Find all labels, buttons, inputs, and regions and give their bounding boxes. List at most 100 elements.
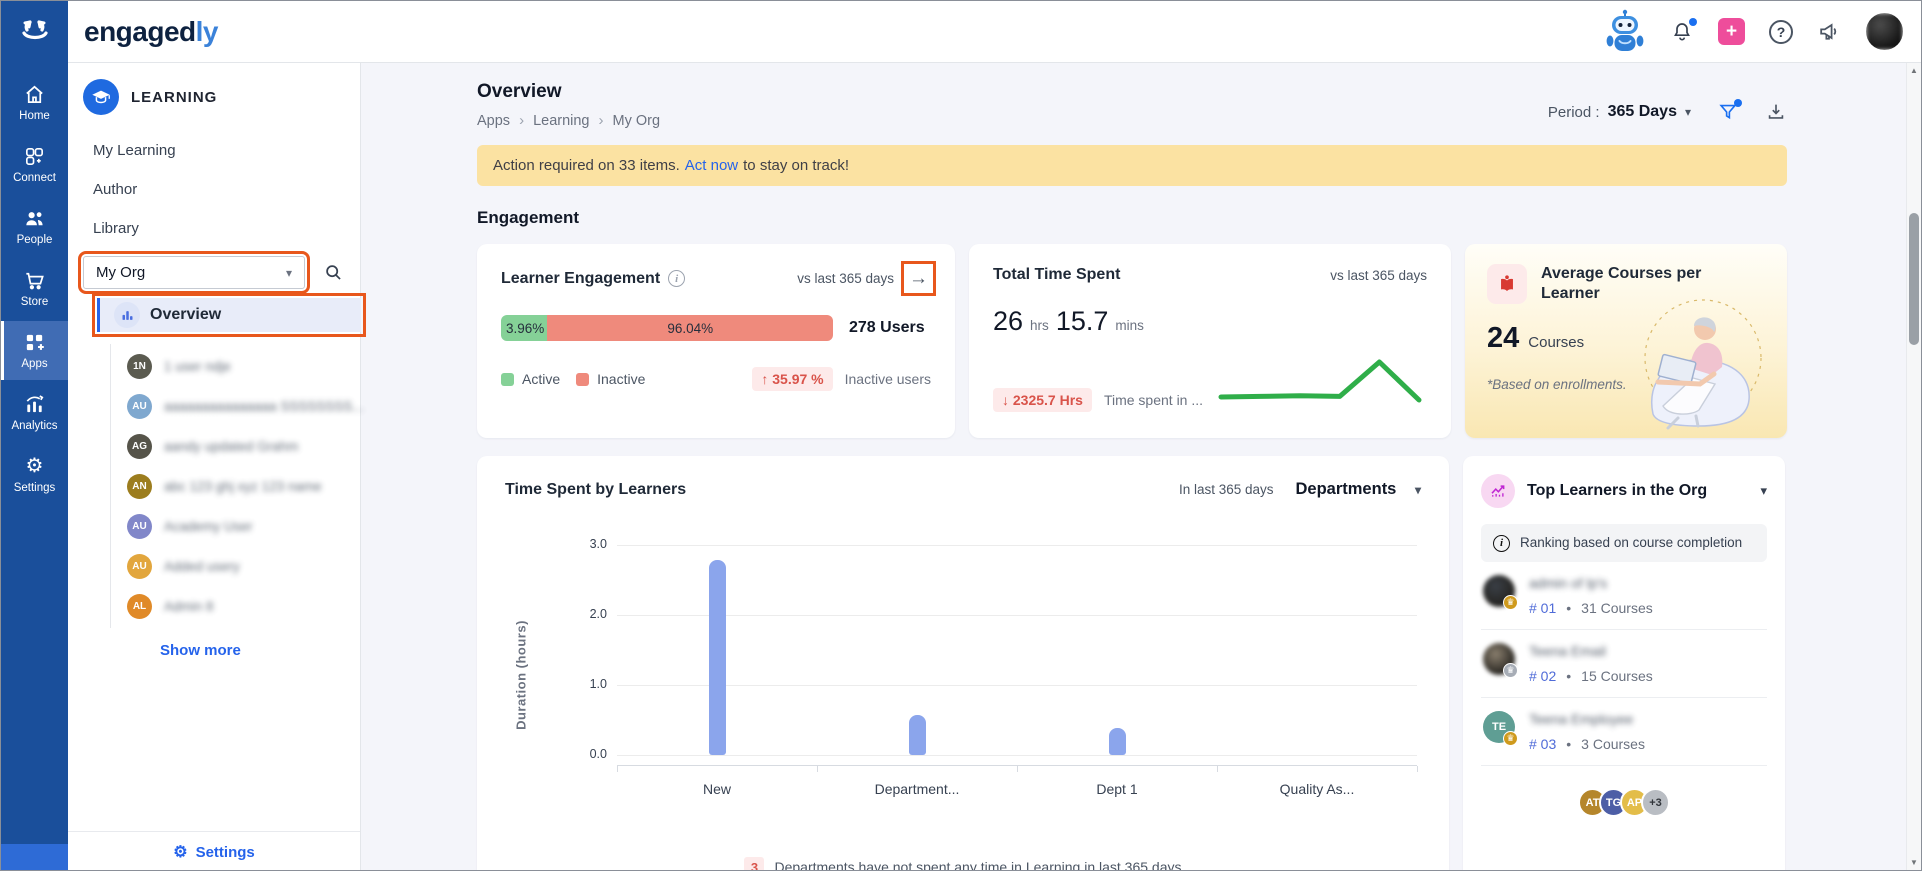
scroll-up-icon[interactable]: ▲: [1907, 66, 1921, 75]
action-required-banner: Action required on 33 items. Act now to …: [477, 145, 1787, 186]
rail-item-connect[interactable]: Connect: [1, 135, 68, 194]
rail-item-home[interactable]: Home: [1, 73, 68, 132]
period-value: 365 Days: [1607, 103, 1677, 120]
learner-rank[interactable]: # 01: [1529, 600, 1556, 616]
sidebar-user[interactable]: 1N 1 user ndje: [127, 346, 360, 386]
learner-rank[interactable]: # 02: [1529, 668, 1556, 684]
chart-footer: 3 Departments have not spent any time in…: [505, 857, 1421, 870]
axis-tick: [817, 766, 818, 772]
legend-swatch-inactive: [576, 372, 590, 386]
engagedly-logo[interactable]: engagedly: [84, 16, 219, 48]
sidebar-user[interactable]: AU Added usery: [127, 546, 360, 586]
help-icon[interactable]: ?: [1769, 19, 1793, 44]
hours-value: 26: [993, 306, 1024, 336]
avatar: AN: [127, 473, 152, 499]
top-learner-row[interactable]: ♛ Teena Email # 02 • 15 Courses: [1481, 630, 1767, 699]
avg-courses-value: 24: [1487, 322, 1520, 354]
chart-bar[interactable]: [708, 560, 726, 755]
download-icon[interactable]: [1765, 101, 1787, 123]
banner-text-suffix: to stay on track!: [743, 157, 850, 174]
x-tick-label: Dept 1: [1096, 781, 1138, 797]
breadcrumb-learning[interactable]: Learning: [533, 113, 589, 129]
avatar: 1N: [127, 353, 152, 379]
breadcrumb-my-org[interactable]: My Org: [613, 113, 661, 129]
rail-item-settings[interactable]: ⚙ Settings: [1, 445, 68, 504]
home-icon: [23, 82, 47, 106]
quick-add-button[interactable]: +: [1718, 18, 1745, 45]
cart-icon: [23, 268, 47, 292]
chevron-down-icon[interactable]: ▾: [1760, 483, 1767, 499]
sidebar-user[interactable]: AG aandy updated Grahm: [127, 426, 360, 466]
learning-module-icon: [83, 79, 119, 115]
sidebar-user[interactable]: AN abc 123 ghj xyz 123 name: [127, 466, 360, 506]
announcements-megaphone-icon[interactable]: [1817, 19, 1842, 44]
sidebar-user[interactable]: AU Academy User: [127, 506, 360, 546]
rail-item-store[interactable]: Store: [1, 259, 68, 318]
ranking-info-text: Ranking based on course completion: [1520, 535, 1743, 550]
x-axis: [617, 765, 1418, 773]
act-now-link[interactable]: Act now: [685, 157, 738, 174]
top-learner-row[interactable]: TE ♛ Teena Employee # 03 • 3 Courses: [1481, 698, 1767, 767]
rail-item-label: Analytics: [11, 420, 58, 432]
gear-icon: ⚙: [25, 455, 44, 477]
y-tick-label: 2.0: [589, 607, 607, 621]
breadcrumb-apps[interactable]: Apps: [477, 113, 510, 129]
rail-bottom-strip: [1, 844, 68, 870]
axis-tick: [1417, 766, 1418, 772]
card-detail-arrow-button[interactable]: →: [901, 261, 936, 296]
page-title: Overview: [477, 81, 562, 102]
info-icon: i: [1493, 534, 1510, 552]
card-title: Total Time Spent: [993, 266, 1121, 283]
vertical-scrollbar[interactable]: ▲ ▼: [1906, 63, 1921, 870]
org-dropdown[interactable]: My Org ▾: [78, 251, 310, 294]
sidebar-settings-link[interactable]: ⚙ Settings: [68, 831, 360, 870]
apps-grid-icon: [23, 330, 47, 354]
chart-bar[interactable]: [1108, 728, 1126, 755]
chevron-down-icon: ▾: [285, 265, 292, 280]
scroll-down-icon[interactable]: ▼: [1907, 858, 1921, 867]
bar-chart-icon: [114, 302, 140, 328]
engagedly-mark-icon[interactable]: [1, 1, 68, 63]
rail-item-label: Home: [19, 110, 50, 122]
rail-item-analytics[interactable]: Analytics: [1, 383, 68, 442]
users-count: 278 Users: [849, 319, 925, 336]
sidebar-user[interactable]: AU aaaaaaaaaaaaaaa SSSSSSSS...: [127, 386, 364, 426]
user-avatar[interactable]: [1866, 13, 1903, 50]
learner-rank[interactable]: # 03: [1529, 736, 1556, 752]
group-by-dropdown[interactable]: Departments ▾: [1296, 480, 1422, 499]
search-icon[interactable]: [323, 262, 344, 283]
rail-item-label: Connect: [13, 172, 56, 184]
top-learner-row[interactable]: ♛ admin of lp's # 01 • 31 Courses: [1481, 562, 1767, 631]
sidebar-item-my-learning[interactable]: My Learning: [68, 131, 360, 170]
sidebar-item-author[interactable]: Author: [68, 170, 360, 209]
rail-item-people[interactable]: People: [1, 197, 68, 256]
period-selector[interactable]: Period : 365 Days ▾: [1548, 103, 1691, 121]
more-learners-avatars[interactable]: AT TG AP +3: [1481, 788, 1767, 818]
chart-title: Time Spent by Learners: [505, 480, 687, 498]
user-name: abc 123 ghj xyz 123 name: [164, 478, 322, 494]
learner-courses: 31 Courses: [1581, 600, 1653, 617]
inactive-segment: 96.04%: [547, 315, 833, 341]
rail-item-apps[interactable]: Apps: [1, 321, 68, 380]
info-icon[interactable]: i: [668, 270, 686, 287]
notifications-bell-icon[interactable]: [1670, 17, 1697, 44]
show-more-link[interactable]: Show more: [160, 642, 360, 659]
module-title: LEARNING: [131, 88, 218, 106]
gridline: [617, 755, 1417, 756]
time-delta-label: Time spent in ...: [1103, 392, 1204, 408]
sidebar-item-overview[interactable]: Overview: [92, 293, 366, 337]
time-spent-chart-card: Time Spent by Learners In last 365 days …: [477, 456, 1449, 870]
scrollbar-thumb[interactable]: [1909, 213, 1919, 345]
sidebar-item-library[interactable]: Library: [68, 209, 360, 248]
rail-nav: Home Connect People Store Apps Analytics…: [1, 63, 68, 507]
user-name: aandy updated Grahm: [164, 438, 299, 454]
rail-item-label: People: [16, 234, 53, 246]
people-icon: [23, 206, 47, 230]
filter-funnel-icon[interactable]: [1717, 99, 1742, 123]
hours-unit: hrs: [1030, 318, 1049, 333]
legend-active-label: Active: [522, 371, 561, 387]
sidebar-user[interactable]: AL Admin 8: [127, 586, 360, 626]
learner-name: Teena Email: [1529, 643, 1607, 660]
assistant-mascot-icon[interactable]: [1604, 9, 1646, 55]
chart-bar[interactable]: [908, 715, 926, 755]
